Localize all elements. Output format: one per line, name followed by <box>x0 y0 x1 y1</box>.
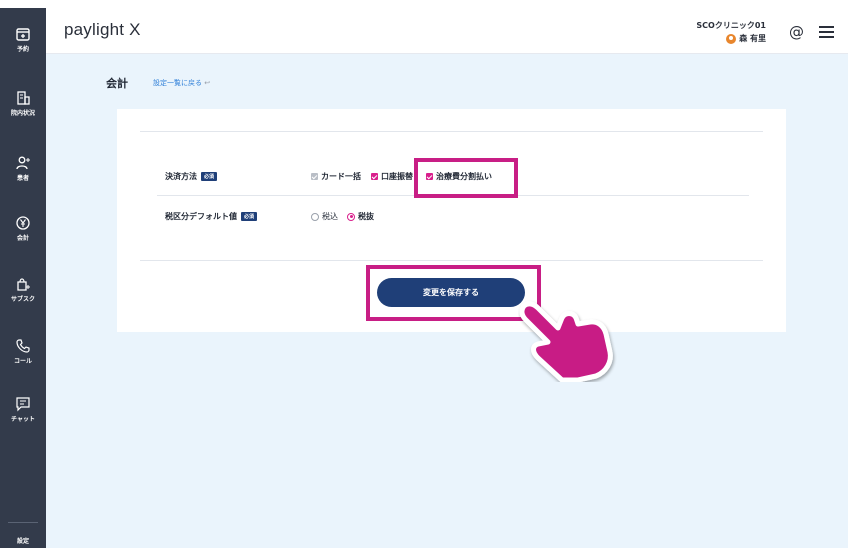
sidebar: 予約 院内状況 患者 会計 サブスク コール チャット 設定 <box>0 8 46 548</box>
at-sign-icon[interactable]: @ <box>789 23 804 41</box>
calendar-plus-icon <box>16 28 30 41</box>
phone-icon <box>16 339 30 353</box>
chat-icon <box>16 397 30 412</box>
user-name: 森 有里 <box>739 34 766 43</box>
sidebar-item-subscription[interactable]: サブスク <box>0 276 46 303</box>
highlight-installment <box>414 158 518 198</box>
hamburger-menu-icon[interactable] <box>819 26 834 38</box>
sidebar-item-label: 院内状況 <box>10 110 35 117</box>
bag-plus-icon <box>17 278 30 291</box>
page-title: 会計 <box>106 77 128 90</box>
back-to-settings-link[interactable]: 設定一覧に戻る ↩ <box>153 78 210 88</box>
sidebar-item-label: 会計 <box>16 235 29 242</box>
building-icon <box>17 91 30 105</box>
top-header: paylight X SCOクリニック01 森 有里 @ <box>46 8 848 54</box>
sidebar-item-label: コール <box>13 358 32 365</box>
option-bank-transfer[interactable]: 口座振替 <box>371 171 413 182</box>
option-card-lump-sum[interactable]: カード一括 <box>311 171 361 182</box>
sidebar-item-settings[interactable]: 設定 <box>0 536 46 545</box>
sidebar-item-label: 予約 <box>16 46 29 53</box>
clinic-name[interactable]: SCOクリニック01 <box>696 20 766 31</box>
pointing-hand-icon <box>519 301 613 382</box>
divider <box>140 131 763 132</box>
sidebar-item-label: サブスク <box>10 296 35 303</box>
required-badge: 必須 <box>201 172 218 181</box>
sidebar-item-label: チャット <box>11 416 35 423</box>
yen-coin-icon <box>16 216 30 230</box>
sidebar-item-chat[interactable]: チャット <box>0 396 46 423</box>
sidebar-item-clinic-status[interactable]: 院内状況 <box>0 90 46 117</box>
divider <box>140 260 763 261</box>
sidebar-item-reservation[interactable]: 予約 <box>0 26 46 53</box>
checkbox[interactable] <box>311 173 318 180</box>
radio-button[interactable] <box>347 212 355 221</box>
app-frame: 予約 院内状況 患者 会計 サブスク コール チャット 設定 paylight … <box>0 0 848 548</box>
payment-method-label: 決済方法 必須 <box>165 171 218 182</box>
sidebar-item-patients[interactable]: 患者 <box>0 155 46 182</box>
radio-button[interactable] <box>311 212 319 221</box>
required-badge: 必須 <box>241 212 258 221</box>
option-tax-included[interactable]: 税込 <box>311 211 338 222</box>
sidebar-item-call[interactable]: コール <box>0 338 46 365</box>
tax-default-label: 税区分デフォルト値 必須 <box>165 211 258 222</box>
person-add-icon <box>16 156 30 170</box>
sidebar-item-label: 患者 <box>16 175 29 182</box>
checkbox[interactable] <box>371 173 378 180</box>
user-menu[interactable]: 森 有里 <box>726 33 766 44</box>
sidebar-item-accounting[interactable]: 会計 <box>0 215 46 242</box>
avatar <box>726 33 737 44</box>
highlight-save-button <box>366 265 541 321</box>
option-tax-excluded[interactable]: 税抜 <box>347 211 374 222</box>
return-arrow-icon: ↩ <box>204 79 211 87</box>
sidebar-divider <box>8 522 38 523</box>
app-logo: paylight X <box>64 20 141 39</box>
